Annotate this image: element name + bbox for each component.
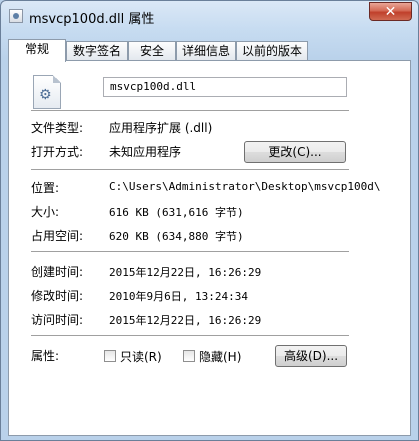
accessed-value: 2015年12月22日, 16:26:29 xyxy=(109,314,262,327)
modified-label: 修改时间: xyxy=(31,289,84,303)
open-with-label: 打开方式: xyxy=(31,145,84,159)
location-value: C:\Users\Administrator\Desktop\msvcp100d… xyxy=(109,180,381,193)
attributes-label: 属性: xyxy=(31,349,60,363)
size-on-disk-value: 620 KB (634,880 字节) xyxy=(109,230,244,243)
modified-value: 2010年9月6日, 13:24:34 xyxy=(109,290,248,303)
title-bar[interactable]: msvcp100d.dll 属性 ✕ xyxy=(1,1,418,31)
advanced-button[interactable]: 高级(D)... xyxy=(275,345,347,367)
file-icon xyxy=(9,9,23,23)
tab-digital-signatures[interactable]: 数字签名 xyxy=(66,41,128,60)
tab-previous-versions[interactable]: 以前的版本 xyxy=(236,41,308,60)
divider xyxy=(31,110,349,111)
hidden-checkbox[interactable] xyxy=(183,350,195,362)
location-label: 位置: xyxy=(31,181,60,195)
file-name-input[interactable]: msvcp100d.dll xyxy=(103,77,347,97)
divider xyxy=(31,169,349,170)
file-type-label: 文件类型: xyxy=(31,121,84,135)
change-button[interactable]: 更改(C)... xyxy=(244,141,346,163)
file-type-value: 应用程序扩展 (.dll) xyxy=(109,121,213,135)
tab-details[interactable]: 详细信息 xyxy=(176,41,236,60)
general-panel: ⚙ msvcp100d.dll 文件类型: 应用程序扩展 (.dll) 打开方式… xyxy=(8,60,411,436)
created-value: 2015年12月22日, 16:26:29 xyxy=(109,266,262,279)
gear-icon: ⚙ xyxy=(39,87,52,103)
divider xyxy=(31,251,349,252)
page-fold-icon xyxy=(53,75,61,83)
hidden-label[interactable]: 隐藏(H) xyxy=(199,348,241,365)
divider xyxy=(31,335,349,336)
open-with-value: 未知应用程序 xyxy=(109,145,182,159)
readonly-checkbox[interactable] xyxy=(104,350,116,362)
created-label: 创建时间: xyxy=(31,265,84,279)
readonly-label[interactable]: 只读(R) xyxy=(120,348,162,365)
settings-file-icon: ⚙ xyxy=(33,75,61,109)
tab-general[interactable]: 常规 xyxy=(8,39,66,62)
accessed-label: 访问时间: xyxy=(31,313,84,327)
window-title: msvcp100d.dll 属性 xyxy=(29,12,155,27)
size-value: 616 KB (631,616 字节) xyxy=(109,206,244,219)
tab-security[interactable]: 安全 xyxy=(128,41,176,60)
properties-window: msvcp100d.dll 属性 ✕ 常规 数字签名 安全 详细信息 以前的版本… xyxy=(0,0,419,441)
size-label: 大小: xyxy=(31,205,60,219)
close-button[interactable]: ✕ xyxy=(369,2,412,21)
size-on-disk-label: 占用空间: xyxy=(31,229,84,243)
